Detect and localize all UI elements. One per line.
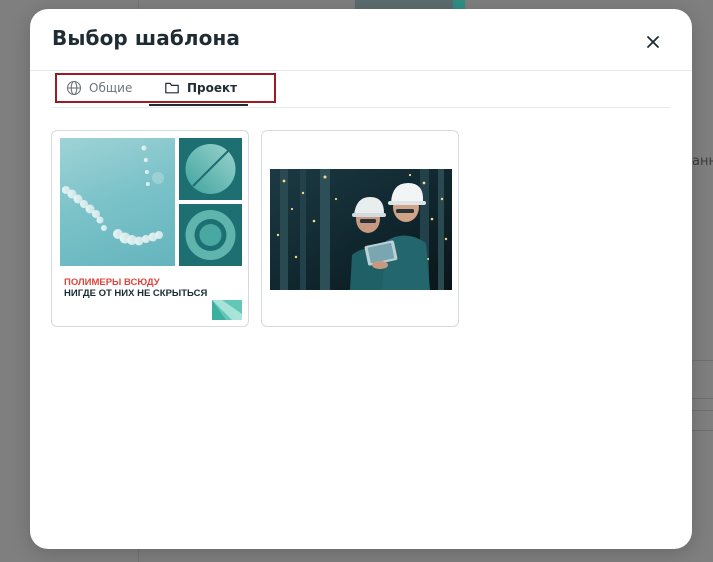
template-card[interactable]: ПОЛИМЕРЫ ВСЮДУ НИГДЕ ОТ НИХ НЕ СКРЫТЬСЯ (51, 130, 249, 327)
decorative-tile (179, 204, 242, 266)
background-text: анн (692, 154, 713, 169)
tab-general-label: Общие (89, 81, 133, 95)
background-divider (692, 360, 713, 361)
poster-headline: ПОЛИМЕРЫ ВСЮДУ (64, 277, 160, 288)
globe-icon (66, 80, 82, 96)
background-divider (692, 430, 713, 431)
background-divider (692, 410, 713, 411)
brand-logo-icon (212, 300, 242, 320)
template-card[interactable] (261, 130, 459, 327)
background-divider (692, 398, 713, 399)
tabs-divider (52, 107, 670, 108)
folder-icon (165, 82, 179, 94)
template-picker-dialog: Выбор шаблона Общие Проект ПОЛИМЕРЫ ВСЮД… (30, 9, 692, 549)
decorative-tile (179, 138, 242, 200)
close-button[interactable] (640, 29, 666, 55)
template-tabs: Общие Проект (55, 73, 276, 103)
polymer-photo (60, 138, 175, 266)
poster-subheadline: НИГДЕ ОТ НИХ НЕ СКРЫТЬСЯ (64, 288, 208, 299)
dialog-title: Выбор шаблона (52, 26, 241, 50)
tab-general[interactable]: Общие (66, 75, 132, 101)
header-divider (30, 70, 692, 71)
engineers-photo (270, 169, 452, 290)
close-icon (647, 36, 659, 48)
active-tab-indicator (149, 104, 248, 106)
tab-project-label: Проект (187, 81, 238, 95)
tab-project[interactable]: Проект (164, 75, 237, 101)
template-preview: ПОЛИМЕРЫ ВСЮДУ НИГДЕ ОТ НИХ НЕ СКРЫТЬСЯ (60, 138, 242, 322)
